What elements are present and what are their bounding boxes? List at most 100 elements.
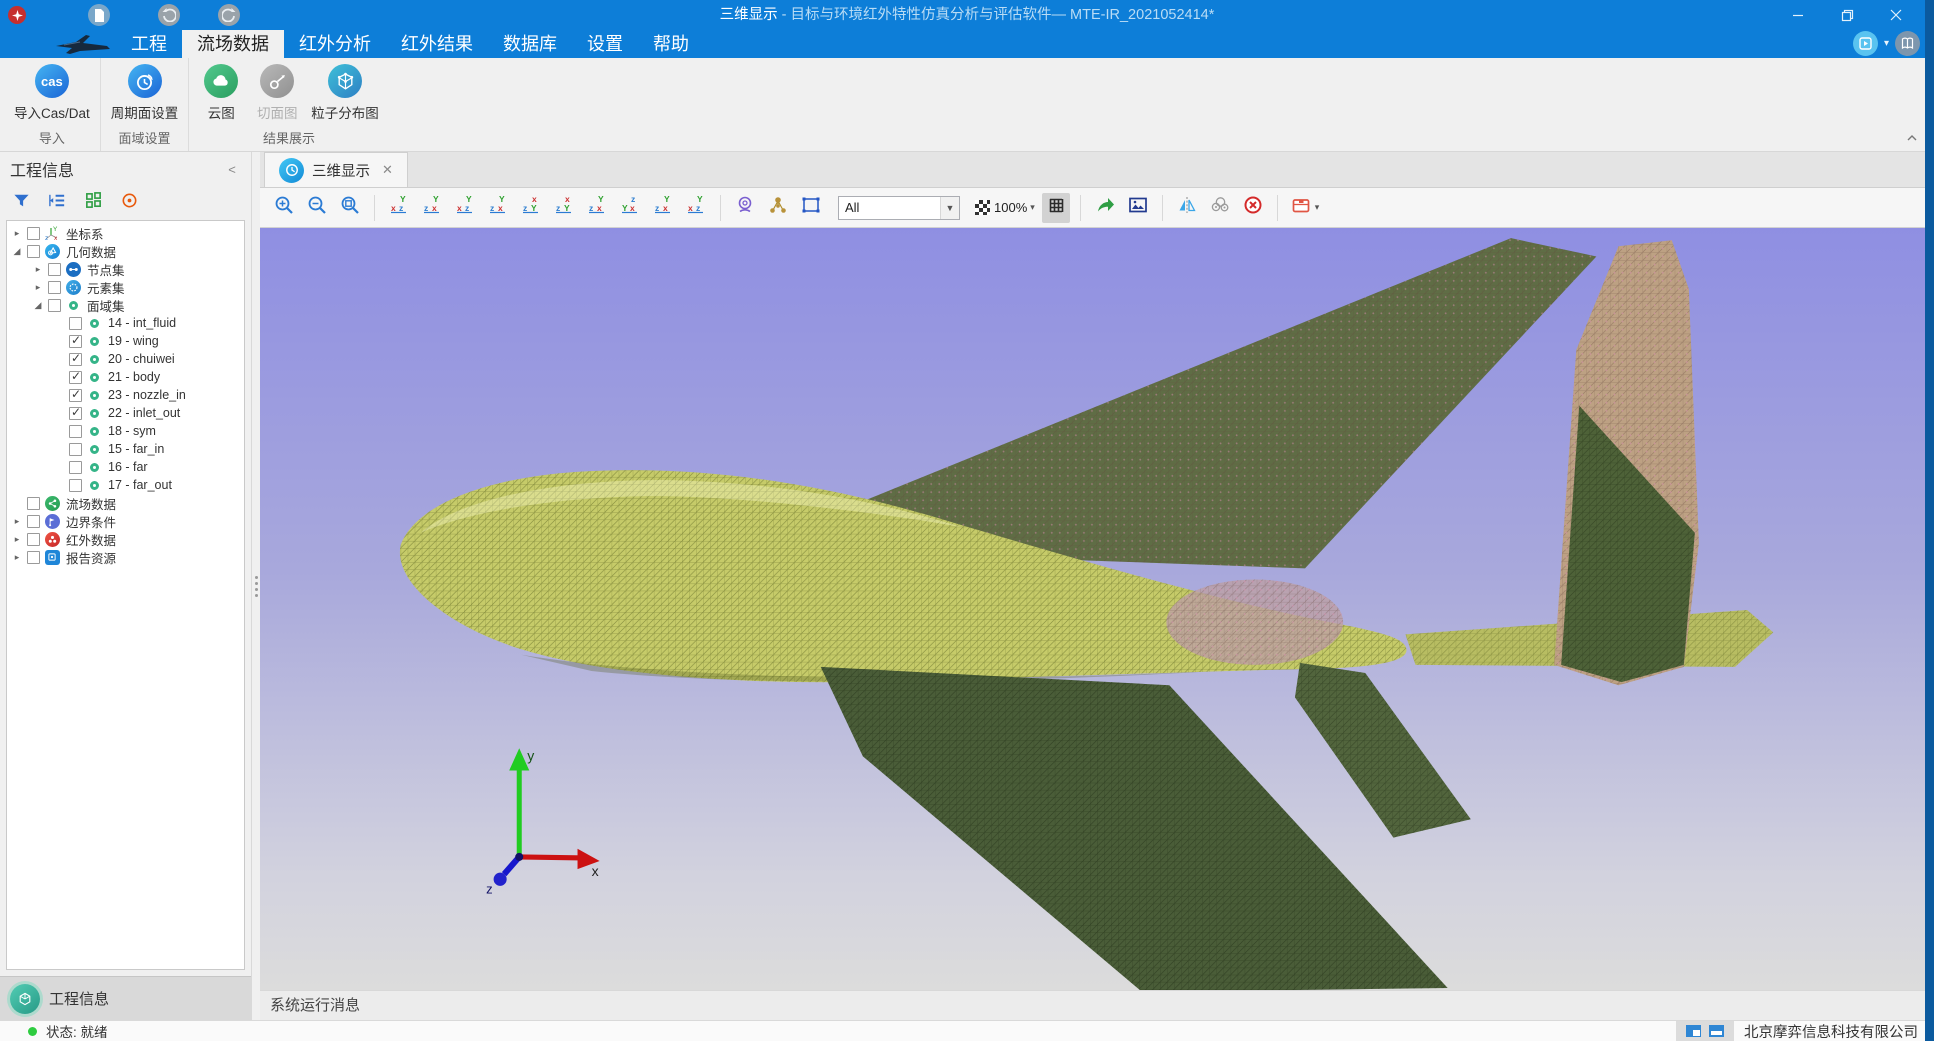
snapshot-button[interactable] <box>1124 193 1152 223</box>
view-iso-2-button[interactable]: Yxz <box>616 193 644 223</box>
tree-checkbox[interactable] <box>69 407 82 420</box>
panel-splitter[interactable] <box>252 152 260 1020</box>
import-cas-dat-button[interactable]: cas导入Cas/Dat <box>14 62 90 122</box>
tab-close-icon[interactable]: ✕ <box>382 162 393 178</box>
tree-expander-closed[interactable]: ▸ <box>11 228 23 239</box>
view-left-button[interactable]: xzY <box>451 193 479 223</box>
surface-smooth-button[interactable] <box>1206 193 1234 223</box>
tree-item-element-set[interactable]: ▸元素集 <box>7 278 244 296</box>
tree-checkbox[interactable] <box>69 479 82 492</box>
tree-checkbox[interactable] <box>27 515 40 528</box>
tree-item-infrared-data[interactable]: ▸红外数据 <box>7 530 244 548</box>
save-view-button[interactable]: ▾ <box>1288 193 1322 223</box>
tree-item-20-chuiwei[interactable]: 20 - chuiwei <box>7 350 244 368</box>
tree-item-node-set[interactable]: ▸节点集 <box>7 260 244 278</box>
tree-item-flow-field-data[interactable]: 流场数据 <box>7 494 244 512</box>
panel-collapse-button[interactable]: < <box>223 162 241 177</box>
tree-checkbox[interactable] <box>69 317 82 330</box>
close-button[interactable] <box>1874 0 1918 30</box>
export-arrow-button[interactable] <box>1091 193 1119 223</box>
view-iso-3-button[interactable]: zxY <box>649 193 677 223</box>
new-file-button[interactable] <box>88 4 110 26</box>
view-front-button[interactable]: xzY <box>385 193 413 223</box>
panel-tool-list-button[interactable] <box>44 190 70 216</box>
tab-3d-view[interactable]: 三维显示 ✕ <box>264 152 408 187</box>
panel-tool-filter-button[interactable] <box>8 190 34 216</box>
particle-map-button[interactable]: 粒子分布图 <box>311 62 379 122</box>
view-top-button[interactable]: zYx <box>517 193 545 223</box>
chevron-down-icon[interactable]: ▾ <box>1884 38 1889 49</box>
layout-split-icon[interactable] <box>1686 1025 1701 1037</box>
clear-results-button[interactable] <box>1239 193 1267 223</box>
tree-checkbox[interactable] <box>27 245 40 258</box>
run-panel-button[interactable] <box>1853 31 1878 56</box>
tree-expander-closed[interactable]: ▸ <box>11 534 23 545</box>
undo-button[interactable] <box>158 4 180 26</box>
panel-tool-grid-button[interactable] <box>80 190 106 216</box>
tree-item-15-far_in[interactable]: 15 - far_in <box>7 440 244 458</box>
tree-checkbox[interactable] <box>48 263 61 276</box>
tree-item-18-sym[interactable]: 18 - sym <box>7 422 244 440</box>
slice-map-button[interactable]: 切面图 <box>255 62 299 122</box>
tree-checkbox[interactable] <box>69 389 82 402</box>
tree-checkbox[interactable] <box>69 371 82 384</box>
mesh-toggle-button[interactable] <box>1042 193 1070 223</box>
tree-checkbox[interactable] <box>48 281 61 294</box>
tree-item-23-nozzle_in[interactable]: 23 - nozzle_in <box>7 386 244 404</box>
menu-item-ir-analysis[interactable]: 红外分析 <box>284 30 386 58</box>
tree-item-16-far[interactable]: 16 - far <box>7 458 244 476</box>
redo-button[interactable] <box>218 4 240 26</box>
view-right-button[interactable]: zxY <box>484 193 512 223</box>
ribbon-collapse-button[interactable] <box>1906 129 1918 147</box>
tree-checkbox[interactable] <box>27 533 40 546</box>
tree-expander-open[interactable]: ◢ <box>32 300 44 311</box>
tree-checkbox[interactable] <box>69 443 82 456</box>
tree-item-14-int_fluid[interactable]: 14 - int_fluid <box>7 314 244 332</box>
tree-checkbox[interactable] <box>27 551 40 564</box>
cloud-map-button[interactable]: 云图 <box>199 62 243 122</box>
tree-item-coordinate-system[interactable]: ▸Yzx坐标系 <box>7 224 244 242</box>
zoom-window-button[interactable] <box>336 193 364 223</box>
help-book-button[interactable] <box>1895 31 1920 56</box>
opacity-button[interactable]: 100%▾ <box>973 193 1037 223</box>
restore-button[interactable] <box>1825 0 1869 30</box>
tree-expander-closed[interactable]: ▸ <box>32 282 44 293</box>
tree-checkbox[interactable] <box>27 227 40 240</box>
app-button[interactable] <box>8 6 26 24</box>
mirror-button[interactable] <box>1173 193 1201 223</box>
tree-expander-closed[interactable]: ▸ <box>32 264 44 275</box>
tree-checkbox[interactable] <box>69 353 82 366</box>
tree-checkbox[interactable] <box>48 299 61 312</box>
minimize-button[interactable] <box>1776 0 1820 30</box>
menu-item-flow-data[interactable]: 流场数据 <box>182 30 284 58</box>
viewport-3d[interactable]: y x z <box>260 228 1934 990</box>
layout-band-icon[interactable] <box>1709 1025 1724 1037</box>
view-iso-4-button[interactable]: xzY <box>682 193 710 223</box>
view-back-button[interactable]: zxY <box>418 193 446 223</box>
periodic-face-button[interactable]: 周期面设置 <box>111 62 179 122</box>
tree-checkbox[interactable] <box>69 461 82 474</box>
nodes-display-button[interactable] <box>764 193 792 223</box>
tree-item-21-body[interactable]: 21 - body <box>7 368 244 386</box>
tree-checkbox[interactable] <box>69 335 82 348</box>
tree-checkbox[interactable] <box>69 425 82 438</box>
select-box-button[interactable] <box>797 193 825 223</box>
menu-item-project[interactable]: 工程 <box>116 30 182 58</box>
tree-item-face-set[interactable]: ◢面域集 <box>7 296 244 314</box>
menu-item-ir-results[interactable]: 红外结果 <box>386 30 488 58</box>
tree-expander-open[interactable]: ◢ <box>11 246 23 257</box>
tree-expander-closed[interactable]: ▸ <box>11 516 23 527</box>
menu-item-database[interactable]: 数据库 <box>488 30 572 58</box>
light-button[interactable] <box>731 193 759 223</box>
menu-item-help[interactable]: 帮助 <box>638 30 704 58</box>
tree-item-report-resource[interactable]: ▸报告资源 <box>7 548 244 566</box>
panel-tool-locate-button[interactable] <box>116 190 142 216</box>
tree-item-17-far_out[interactable]: 17 - far_out <box>7 476 244 494</box>
panel-bottom-tab[interactable]: 工程信息 <box>0 976 251 1020</box>
tree-item-geometry-data[interactable]: ◢几何数据 <box>7 242 244 260</box>
combobox-arrow-icon[interactable]: ▼ <box>940 197 959 219</box>
zoom-in-button[interactable] <box>270 193 298 223</box>
display-filter-combobox[interactable]: All▼ <box>838 196 960 220</box>
view-bottom-button[interactable]: zYx <box>550 193 578 223</box>
tree-expander-closed[interactable]: ▸ <box>11 552 23 563</box>
